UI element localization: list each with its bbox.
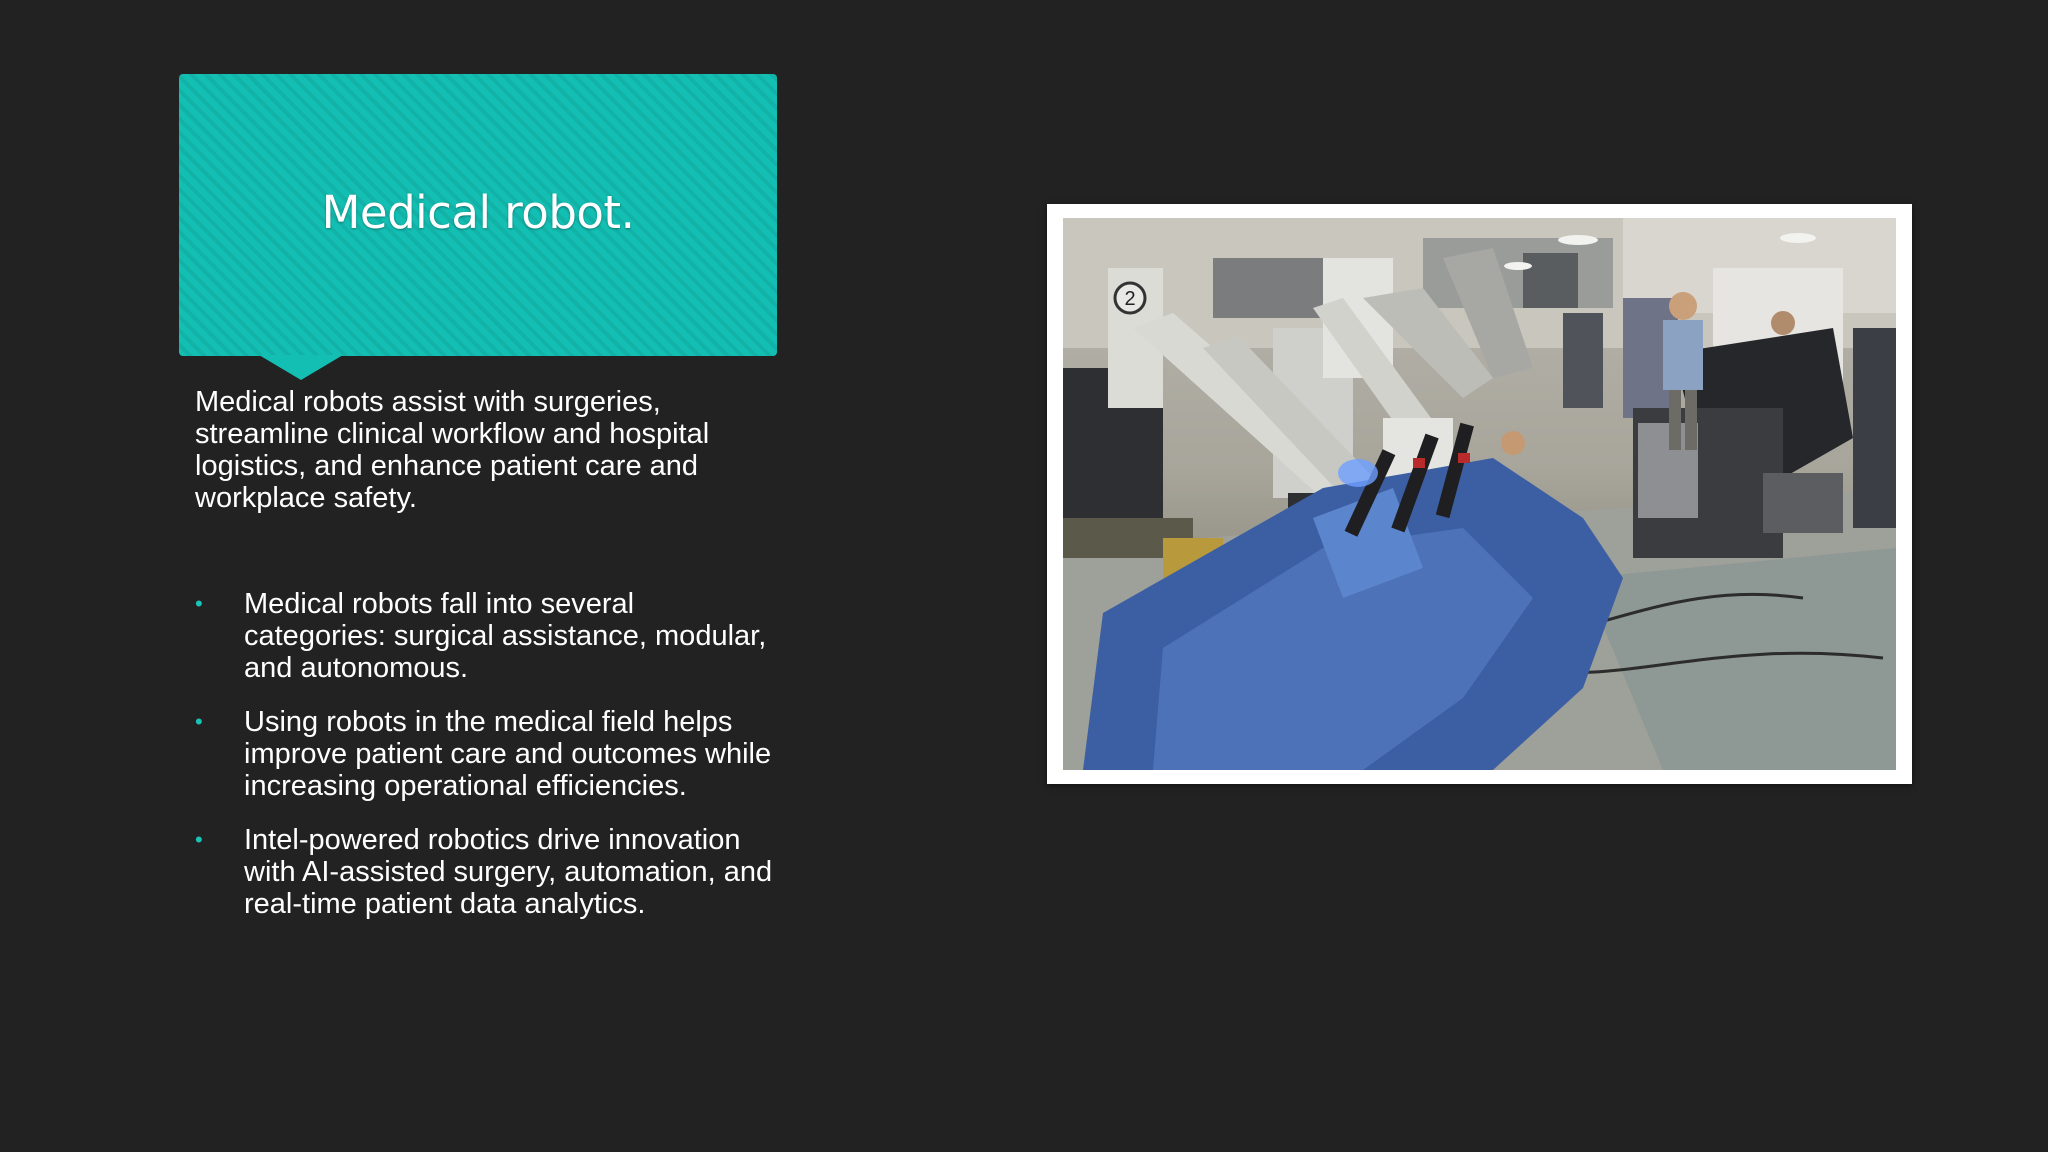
bullet-item: • Using robots in the medical field help… — [195, 706, 775, 802]
bullet-item: • Medical robots fall into several categ… — [195, 588, 775, 684]
bullet-icon: • — [195, 827, 203, 852]
surgical-robot-photo: 2 — [1063, 218, 1896, 770]
slide: Medical robot. Medical robots assist wit… — [0, 0, 2048, 1152]
bullet-icon: • — [195, 591, 203, 616]
photo-frame: 2 — [1047, 204, 1912, 784]
bullet-text: Medical robots fall into several categor… — [244, 588, 767, 684]
slide-title: Medical robot. — [321, 186, 635, 239]
title-callout-pointer — [259, 355, 343, 380]
bullet-item: • Intel-powered robotics drive innovatio… — [195, 824, 775, 920]
arm-number-label: 2 — [1124, 288, 1135, 310]
bullet-icon: • — [195, 709, 203, 734]
intro-paragraph: Medical robots assist with surgeries, st… — [195, 386, 710, 514]
title-callout: Medical robot. — [179, 74, 777, 356]
bullet-list: • Medical robots fall into several categ… — [195, 588, 775, 942]
surgical-robot-illustration: 2 — [1063, 218, 1896, 770]
bullet-text: Intel-powered robotics drive innovation … — [244, 824, 773, 920]
bullet-text: Using robots in the medical field helps … — [244, 706, 772, 802]
